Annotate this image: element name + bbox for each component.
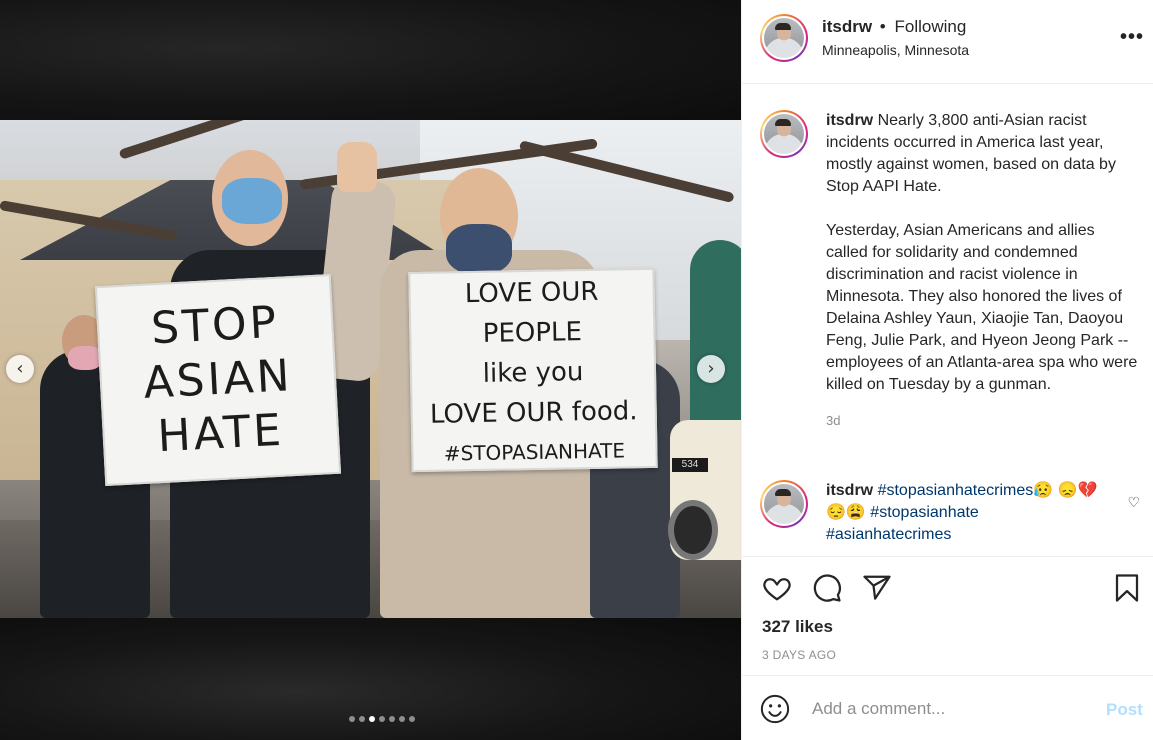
caption-age[interactable]: 3d <box>826 410 1140 432</box>
carousel-dot <box>378 716 385 722</box>
smiley-icon[interactable] <box>760 694 790 724</box>
caption: itsdrw Nearly 3,800 anti-Asian racist in… <box>760 110 1140 432</box>
post-actions: 327 likes 3 DAYS AGO <box>742 556 1153 675</box>
caption-text: Yesterday, Asian Americans and allies ca… <box>826 222 1138 393</box>
author-username[interactable]: itsdrw <box>822 17 872 36</box>
hashtag-link[interactable]: #asianhatecrimes <box>826 526 951 543</box>
comment-item: itsdrw #stopasianhatecrimes😥 😞💔😔😩 #stopa… <box>760 480 1140 546</box>
comments-list[interactable]: itsdrw Nearly 3,800 anti-Asian racist in… <box>742 85 1153 555</box>
likes-count[interactable]: 327 likes <box>762 617 833 637</box>
caption-avatar[interactable] <box>760 110 808 158</box>
more-options-icon[interactable]: ••• <box>1120 26 1144 49</box>
comment-username[interactable]: itsdrw <box>826 482 873 499</box>
sign-hashtag: #STOPASIANHATE <box>443 438 626 466</box>
following-button[interactable]: Following <box>894 17 966 36</box>
carousel-dot <box>348 716 355 722</box>
comment-avatar[interactable] <box>760 480 808 528</box>
carousel-prev-button[interactable]: ‹ <box>6 355 34 383</box>
sign-stop-asian-hate: STOP ASIAN HATE <box>94 273 342 487</box>
carousel-dot <box>398 716 405 722</box>
sign-line: LOVE OUR food. <box>429 396 638 430</box>
post-media: 534 STOP ASIAN HATE LOVE OUR PEOPLE like… <box>0 0 741 740</box>
post-location[interactable]: Minneapolis, Minnesota <box>822 42 969 58</box>
avatar-image <box>764 18 804 58</box>
chevron-left-icon: ‹ <box>16 358 24 379</box>
author-avatar[interactable] <box>760 14 808 62</box>
post-sidebar: itsdrw • Following Minneapolis, Minnesot… <box>741 0 1153 740</box>
carousel-dot <box>408 716 415 722</box>
comment-bubble-icon[interactable] <box>812 573 842 603</box>
sign-line: like you <box>482 357 584 389</box>
paper-plane-icon[interactable] <box>862 573 892 603</box>
carousel-dot <box>368 716 375 722</box>
separator-dot: • <box>879 17 886 36</box>
carousel-dot <box>358 716 365 722</box>
sign-love-our-people: LOVE OUR PEOPLE like you LOVE OUR food. … <box>408 267 658 473</box>
post-header: itsdrw • Following Minneapolis, Minnesot… <box>742 0 1153 84</box>
sign-line: ASIAN <box>142 350 294 409</box>
post-photo: 534 STOP ASIAN HATE LOVE OUR PEOPLE like… <box>0 120 741 618</box>
hashtag-link[interactable]: #stopasianhatecrimes <box>878 482 1034 499</box>
carousel-indicator <box>0 716 741 722</box>
bookmark-icon[interactable] <box>1112 573 1142 603</box>
sign-line: LOVE OUR PEOPLE <box>464 276 599 349</box>
vehicle-number: 534 <box>672 458 708 472</box>
sign-line: HATE <box>156 404 286 463</box>
comment-input[interactable] <box>812 694 1092 724</box>
sign-line: STOP <box>149 296 281 355</box>
heart-icon[interactable] <box>762 573 792 603</box>
media-backdrop-top <box>0 0 741 120</box>
post-comment-button[interactable]: Post <box>1106 700 1143 720</box>
emoji: 😥 <box>1033 482 1054 499</box>
comment-composer: Post <box>742 675 1153 740</box>
post-timestamp[interactable]: 3 DAYS AGO <box>762 648 836 662</box>
comment-heart-icon[interactable]: ♡ <box>1127 494 1140 511</box>
carousel-next-button[interactable]: › <box>697 355 725 383</box>
carousel-dot <box>388 716 395 722</box>
chevron-right-icon: › <box>707 358 715 379</box>
caption-username[interactable]: itsdrw <box>826 112 873 129</box>
hashtag-link[interactable]: #stopasianhate <box>870 504 979 521</box>
raised-fist <box>337 142 377 192</box>
